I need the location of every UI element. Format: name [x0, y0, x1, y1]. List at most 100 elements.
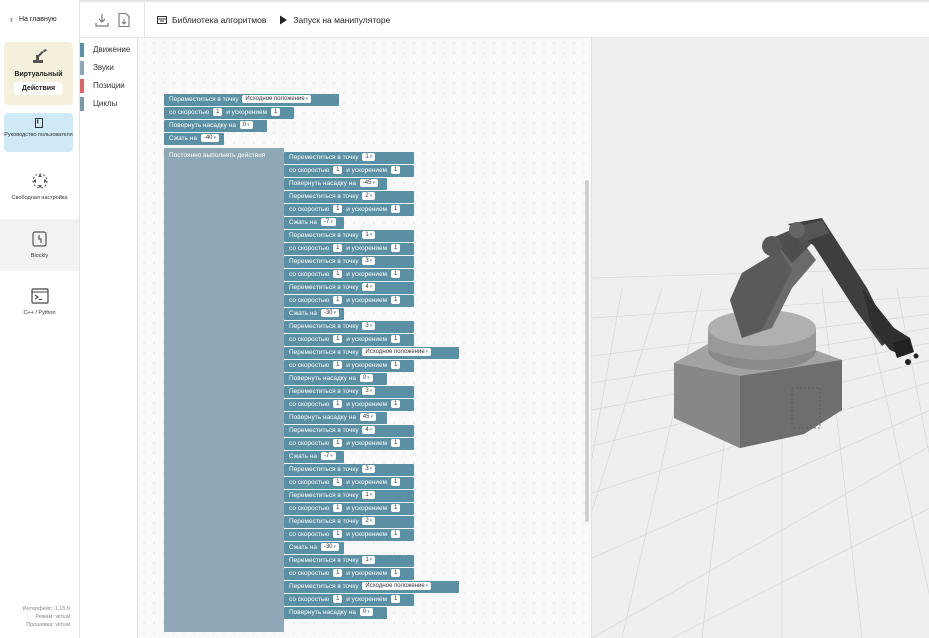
block-speed-accel[interactable]: со скоростью 1 и ускорением 1: [284, 568, 414, 580]
point-dropdown[interactable]: 4▾: [362, 283, 376, 291]
block-move-to-point[interactable]: Переместиться в точку Исходное положение…: [284, 347, 459, 359]
download-icon[interactable]: [94, 12, 110, 28]
block-move-to-point[interactable]: Переместиться в точку 1▾: [284, 555, 414, 567]
block-speed-accel[interactable]: со скоростью 1 и ускорением 1: [284, 503, 414, 515]
block-move-to-point[interactable]: Переместиться в точку 1▾: [284, 490, 414, 502]
point-dropdown[interactable]: 3▾: [362, 465, 376, 473]
accel-input[interactable]: 1: [390, 205, 401, 213]
block-grip[interactable]: Сжать на -7▾: [284, 217, 344, 229]
speed-input[interactable]: 1: [333, 504, 343, 512]
block-speed-accel[interactable]: со скоростью 1 и ускорением 1: [164, 107, 294, 119]
accel-input[interactable]: 1: [390, 335, 401, 343]
point-dropdown[interactable]: Исходное положение▾: [362, 348, 432, 356]
block-speed-accel[interactable]: со скоростью 1 и ускорением 1: [284, 477, 414, 489]
point-dropdown[interactable]: 1▾: [362, 556, 376, 564]
speed-input[interactable]: 1: [333, 270, 343, 278]
angle-dropdown[interactable]: -45▾: [359, 179, 378, 187]
block-speed-accel[interactable]: со скоростью 1 и ускорением 1: [284, 295, 414, 307]
accel-input[interactable]: 1: [390, 569, 401, 577]
block-rotate-nozzle[interactable]: Повернуть насадку на 45▾: [284, 412, 387, 424]
grip-dropdown[interactable]: -7▾: [320, 452, 336, 460]
loop-header[interactable]: Постоянно выполнять действия: [164, 149, 284, 163]
file-icon[interactable]: [116, 12, 132, 28]
nav-guide[interactable]: Руководство пользователя: [4, 113, 73, 152]
block-grip[interactable]: Сжать на -30▾: [284, 308, 344, 320]
accel-input[interactable]: 1: [390, 595, 401, 603]
block-rotate-nozzle[interactable]: Повернуть насадку на 0▾: [164, 120, 267, 132]
speed-input[interactable]: 1: [333, 400, 343, 408]
speed-input[interactable]: 1: [333, 439, 343, 447]
accel-input[interactable]: 1: [390, 400, 401, 408]
block-move-to-point[interactable]: Переместиться в точку Исходное положение…: [284, 581, 459, 593]
actions-button[interactable]: Действия: [13, 82, 64, 95]
blockly-workspace[interactable]: Переместиться в точку Исходное положение…: [139, 38, 591, 638]
speed-input[interactable]: 1: [333, 530, 343, 538]
block-grip[interactable]: Сжать на -7▾: [284, 451, 344, 463]
block-speed-accel[interactable]: со скоростью 1 и ускорением 1: [284, 438, 414, 450]
block-move-to-point[interactable]: Переместиться в точку 4▾: [284, 425, 414, 437]
block-grip[interactable]: Сжать на -40▾: [164, 133, 224, 145]
grip-dropdown[interactable]: -30▾: [320, 543, 340, 551]
nav-virtual[interactable]: Виртуальный Действия: [4, 42, 73, 105]
block-speed-accel[interactable]: со скоростью 1 и ускорением 1: [284, 334, 414, 346]
point-dropdown[interactable]: 3▾: [362, 322, 376, 330]
block-move-to-point[interactable]: Переместиться в точку 1▾: [284, 152, 414, 164]
point-dropdown[interactable]: 2▾: [362, 517, 376, 525]
point-dropdown[interactable]: Исходное положение▾: [362, 582, 432, 590]
loop-block[interactable]: [164, 148, 284, 632]
block-speed-accel[interactable]: со скоростью 1 и ускорением 1: [284, 243, 414, 255]
accel-input[interactable]: 1: [390, 296, 401, 304]
point-dropdown[interactable]: Исходное положение▾: [242, 95, 312, 103]
point-dropdown[interactable]: 4▾: [362, 426, 376, 434]
speed-input[interactable]: 1: [333, 205, 343, 213]
block-move-to-point[interactable]: Переместиться в точку 3▾: [284, 321, 414, 333]
accel-input[interactable]: 1: [270, 108, 281, 116]
speed-input[interactable]: 1: [333, 166, 343, 174]
accel-input[interactable]: 1: [390, 244, 401, 252]
accel-input[interactable]: 1: [390, 270, 401, 278]
block-speed-accel[interactable]: со скоростью 1 и ускорением 1: [284, 594, 414, 606]
block-grip[interactable]: Сжать на -30▾: [284, 542, 344, 554]
accel-input[interactable]: 1: [390, 166, 401, 174]
point-dropdown[interactable]: 3▾: [362, 387, 376, 395]
nav-free-setup[interactable]: Свободная настройка: [0, 172, 79, 216]
block-move-to-point[interactable]: Переместиться в точку 3▾: [284, 386, 414, 398]
point-dropdown[interactable]: 1▾: [362, 491, 376, 499]
grip-dropdown[interactable]: -40▾: [200, 134, 220, 142]
workspace-scrollbar[interactable]: [585, 180, 589, 522]
grip-dropdown[interactable]: -30▾: [320, 309, 340, 317]
block-move-to-point[interactable]: Переместиться в точку Исходное положение…: [164, 94, 339, 106]
block-speed-accel[interactable]: со скоростью 1 и ускорением 1: [284, 360, 414, 372]
block-move-to-point[interactable]: Переместиться в точку 2▾: [284, 516, 414, 528]
speed-input[interactable]: 1: [333, 335, 343, 343]
block-move-to-point[interactable]: Переместиться в точку 1▾: [284, 230, 414, 242]
speed-input[interactable]: 1: [333, 569, 343, 577]
run-button[interactable]: Запуск на манипуляторе: [278, 15, 390, 25]
block-speed-accel[interactable]: со скоростью 1 и ускорением 1: [284, 399, 414, 411]
category-sounds[interactable]: Звуки: [80, 61, 137, 79]
block-speed-accel[interactable]: со скоростью 1 и ускорением 1: [284, 529, 414, 541]
robot-3d-viewport[interactable]: [591, 38, 929, 638]
speed-input[interactable]: 1: [333, 595, 343, 603]
point-dropdown[interactable]: 2▾: [362, 192, 376, 200]
speed-input[interactable]: 1: [333, 296, 343, 304]
point-dropdown[interactable]: 3▾: [362, 257, 376, 265]
block-move-to-point[interactable]: Переместиться в точку 4▾: [284, 282, 414, 294]
speed-input[interactable]: 1: [333, 478, 343, 486]
block-speed-accel[interactable]: со скоростью 1 и ускорением 1: [284, 269, 414, 281]
block-rotate-nozzle[interactable]: Повернуть насадку на 0▾: [284, 607, 387, 619]
block-speed-accel[interactable]: со скоростью 1 и ускорением 1: [284, 204, 414, 216]
speed-input[interactable]: 1: [213, 108, 223, 116]
angle-dropdown[interactable]: 0▾: [239, 121, 253, 129]
grip-dropdown[interactable]: -7▾: [320, 218, 336, 226]
nav-cpp-python[interactable]: C++ / Python: [0, 287, 79, 331]
accel-input[interactable]: 1: [390, 504, 401, 512]
category-loops[interactable]: Циклы: [80, 97, 137, 115]
category-positions[interactable]: Позиции: [80, 79, 137, 97]
category-motion[interactable]: Движение: [80, 43, 137, 61]
block-rotate-nozzle[interactable]: Повернуть насадку на 0▾: [284, 373, 387, 385]
library-button[interactable]: Библиотека алгоритмов: [157, 15, 266, 25]
point-dropdown[interactable]: 1▾: [362, 153, 376, 161]
speed-input[interactable]: 1: [333, 244, 343, 252]
block-move-to-point[interactable]: Переместиться в точку 3▾: [284, 256, 414, 268]
